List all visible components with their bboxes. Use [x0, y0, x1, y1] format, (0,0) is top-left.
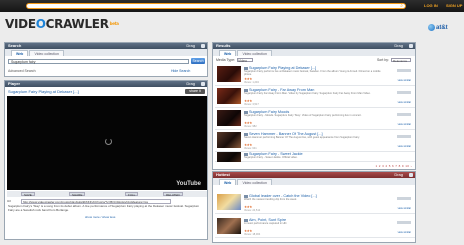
logo-text-b: CRAWLER: [45, 17, 109, 31]
player-panel-header[interactable]: Player Drag: [5, 81, 207, 87]
tab-web[interactable]: Web: [219, 179, 237, 185]
pagination: 1 2 3 4 5 6 7 8 9 10 ›: [215, 163, 415, 168]
advanced-search-link[interactable]: Advanced Search: [8, 69, 36, 73]
result-description: Sugarplum Fairy - Sweet Jackie. Official…: [244, 156, 298, 159]
result-views: Views: 24,512: [244, 209, 261, 212]
result-item[interactable]: Sugarplum Fairy - Far Away From Man Suga…: [215, 86, 415, 108]
result-thumbnail[interactable]: [217, 218, 241, 234]
add-to-list-icon[interactable]: [397, 135, 411, 138]
search-panel: Search Drag Web Video collection Sugarpl…: [4, 42, 208, 77]
hottest-item[interactable]: Global leader over - Catch the Video [..…: [215, 192, 415, 214]
result-item[interactable]: Sugarplum Fairy Playing at Dekaser [...]…: [215, 64, 415, 86]
hottest-panel: Hottest Drag Web Video collection Global…: [212, 171, 416, 243]
videocrawler-logo[interactable]: VIDEOCRAWLERbeta: [5, 16, 119, 32]
result-description: Sugarplum Fairy Far Away From Man. Video…: [244, 92, 371, 95]
drag-handle[interactable]: Drag: [186, 81, 195, 87]
hottest-tabs: Web Video collection: [213, 178, 415, 185]
search-tabs: Web Video collection: [5, 49, 207, 56]
result-views: Views: 982: [244, 125, 257, 128]
logo-text-o: O: [35, 17, 46, 31]
sort-filter: Sort by: Relevance: [376, 58, 411, 63]
add-to-list-icon[interactable]: [397, 91, 411, 94]
collapse-icon[interactable]: [409, 44, 413, 48]
media-type-select[interactable]: Video: [237, 58, 254, 63]
results-panel-title: Results: [216, 43, 231, 48]
sponsor-text: at&t: [436, 25, 448, 32]
sort-select[interactable]: Relevance: [391, 58, 411, 63]
result-thumbnail[interactable]: [217, 110, 241, 126]
search-panel-title: Search: [8, 43, 22, 48]
tab-video-collection[interactable]: Video collection: [237, 50, 272, 56]
hottest-item[interactable]: Aim, Point, Sunt Spire A music performan…: [215, 216, 415, 238]
result-description: A music performance captured in HD.: [244, 222, 288, 225]
tab-video-collection[interactable]: Video collection: [29, 50, 64, 56]
search-button[interactable]: Search: [191, 58, 205, 64]
player-controls: SAVE SHARE FULL RELATED: [7, 191, 207, 197]
sponsor-logo[interactable]: at&t: [428, 24, 448, 31]
result-views: Views: 18,004: [244, 233, 261, 236]
add-to-list-icon[interactable]: [397, 197, 411, 200]
beta-badge: beta: [109, 21, 119, 26]
share-button[interactable]: share it: [185, 89, 205, 94]
add-to-list-icon[interactable]: [397, 69, 411, 72]
result-thumbnail[interactable]: [217, 88, 241, 104]
youtube-logo[interactable]: YouTube: [176, 181, 201, 187]
save-button[interactable]: SAVE: [21, 192, 35, 197]
result-item[interactable]: Sugarplum Fairy - Sweet Jackie Sugarplum…: [215, 150, 415, 162]
video-player[interactable]: YouTube: [7, 96, 207, 190]
media-type-filter: Media Type: Video: [216, 58, 254, 63]
page-links[interactable]: 1 2 3 4 5 6 7 8 9 10 ›: [376, 164, 413, 168]
show-more-link[interactable]: show more / show less: [85, 215, 115, 219]
collapse-icon[interactable]: [201, 44, 205, 48]
tab-video-collection[interactable]: Video collection: [237, 179, 272, 185]
result-item[interactable]: Seven Hammer - Banner Of The August [...…: [215, 130, 415, 152]
collapse-icon[interactable]: [201, 82, 205, 86]
view-similar-link[interactable]: view similar: [398, 101, 411, 104]
related-button[interactable]: RELATED: [163, 192, 183, 197]
player-panel-title: Player: [8, 81, 21, 86]
loading-spinner-icon: [105, 138, 112, 145]
result-description: Sugarplum Fairy performs live at Dekaser…: [244, 70, 381, 76]
global-search-input[interactable]: ⌕: [26, 3, 406, 9]
view-similar-link[interactable]: view similar: [398, 207, 411, 210]
logo-text-a: VIDE: [5, 17, 36, 31]
player-panel: Player Drag Sugarplum Fairy Playing at D…: [4, 80, 208, 240]
view-similar-link[interactable]: view similar: [398, 79, 411, 82]
result-views: Views: 1,204: [244, 81, 259, 84]
view-similar-link[interactable]: view similar: [398, 231, 411, 234]
result-description: Seven Hammer performing Banner Of The Au…: [244, 136, 360, 139]
signup-button[interactable]: SIGN UP: [446, 3, 462, 9]
results-tabs: Web Video collection: [213, 49, 415, 56]
search-input[interactable]: Sugarplum fairy: [8, 59, 189, 64]
result-thumbnail[interactable]: [217, 152, 241, 162]
result-item[interactable]: Sugarplum Fairy Moods Sugarplum Fairy - …: [215, 108, 415, 130]
view-similar-link[interactable]: view similar: [398, 145, 411, 148]
login-button[interactable]: LOG IN: [424, 3, 438, 9]
tab-web[interactable]: Web: [219, 50, 237, 56]
share-control-button[interactable]: SHARE: [69, 192, 86, 197]
sort-label: Sort by:: [376, 58, 389, 62]
view-similar-link[interactable]: view similar: [398, 123, 411, 126]
tab-web[interactable]: Web: [11, 50, 29, 56]
result-thumbnail[interactable]: [217, 132, 241, 148]
hottest-panel-title: Hottest: [216, 172, 230, 177]
results-panel: Results Drag Web Video collection Media …: [212, 42, 416, 170]
result-description: Sugarplum Fairy - Moods. Sugarplum Fairy…: [244, 114, 362, 117]
add-to-list-icon[interactable]: [397, 113, 411, 116]
hide-search-link[interactable]: Hide Search: [171, 69, 190, 73]
result-views: Views: 3,517: [244, 103, 259, 106]
collapse-icon[interactable]: [409, 173, 413, 177]
media-type-label: Media Type:: [216, 58, 236, 62]
result-thumbnail[interactable]: [217, 194, 241, 210]
top-bar: ⌕ LOG IN SIGN UP: [0, 0, 464, 12]
now-playing-title: Sugarplum Fairy Playing at Dekaser [...]: [8, 89, 79, 94]
globe-icon: [428, 24, 435, 31]
add-to-list-icon[interactable]: [397, 221, 411, 224]
search-icon[interactable]: ⌕: [400, 4, 403, 9]
result-thumbnail[interactable]: [217, 66, 241, 82]
video-description: Sugarplum Fairy's 'Stay' is a song from …: [8, 204, 200, 212]
url-label: Url: [7, 199, 11, 203]
result-description: Watch the newest trending clip from the …: [244, 198, 297, 201]
fullscreen-button[interactable]: FULL: [125, 192, 139, 197]
